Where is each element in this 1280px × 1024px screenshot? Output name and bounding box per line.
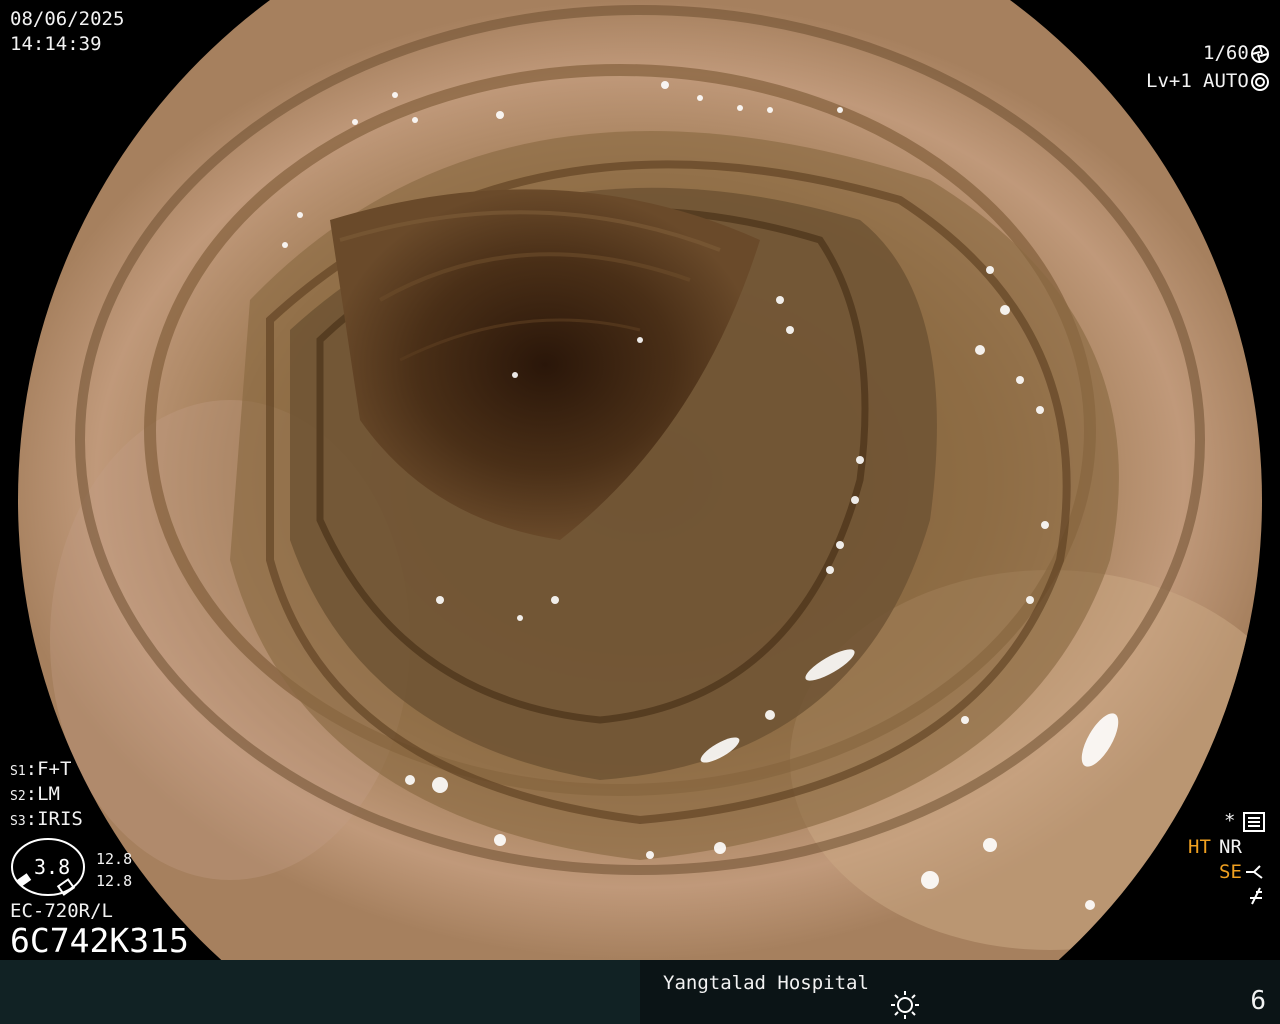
nr-indicator: NR bbox=[1219, 836, 1242, 858]
s2-setting: S2:LM bbox=[10, 783, 60, 805]
shutter-speed: 1/60 bbox=[1203, 42, 1249, 64]
status-bar-left bbox=[0, 960, 640, 1024]
light-level: Lv+1 bbox=[1146, 70, 1192, 92]
gauge-value: 3.8 bbox=[34, 855, 71, 879]
gauge-top-value: 12.8 bbox=[96, 850, 133, 868]
s3-setting: S3:IRIS bbox=[10, 808, 83, 830]
iris-mode: AUTO bbox=[1203, 70, 1249, 92]
exam-date: 08/06/2025 bbox=[10, 8, 125, 30]
gauge-bottom-value: 12.8 bbox=[96, 872, 133, 890]
exam-time: 14:14:39 bbox=[10, 33, 102, 55]
s2-value: LM bbox=[37, 783, 60, 805]
freeze-icon bbox=[1250, 887, 1262, 905]
s1-value: F+T bbox=[37, 758, 72, 780]
endoscopic-image bbox=[18, 0, 1262, 960]
shutter-icon bbox=[1251, 45, 1269, 63]
enhance-icon bbox=[1246, 865, 1263, 879]
endoscopy-view bbox=[0, 0, 1280, 960]
s3-value: IRIS bbox=[37, 808, 83, 830]
s2-key: S2 bbox=[10, 789, 26, 804]
scope-serial: 6C742K315 bbox=[10, 921, 189, 960]
status-bar: Yangtalad Hospital 6 bbox=[0, 960, 1280, 1024]
s1-setting: S1:F+T bbox=[10, 758, 72, 780]
sun-icon bbox=[891, 991, 919, 1019]
hospital-name: Yangtalad Hospital bbox=[663, 972, 869, 994]
s3-key: S3 bbox=[10, 814, 26, 829]
se-indicator: SE bbox=[1219, 861, 1242, 883]
s1-key: S1 bbox=[10, 764, 26, 779]
freeze-asterisk: * bbox=[1224, 810, 1236, 832]
ht-indicator: HT bbox=[1188, 836, 1211, 858]
settings-icon bbox=[1243, 812, 1265, 832]
iris-icon bbox=[1251, 73, 1269, 91]
page-number: 6 bbox=[1250, 986, 1266, 1016]
status-bar-right: Yangtalad Hospital 6 bbox=[640, 960, 1280, 1024]
scope-model: EC-720R/L bbox=[10, 900, 113, 922]
